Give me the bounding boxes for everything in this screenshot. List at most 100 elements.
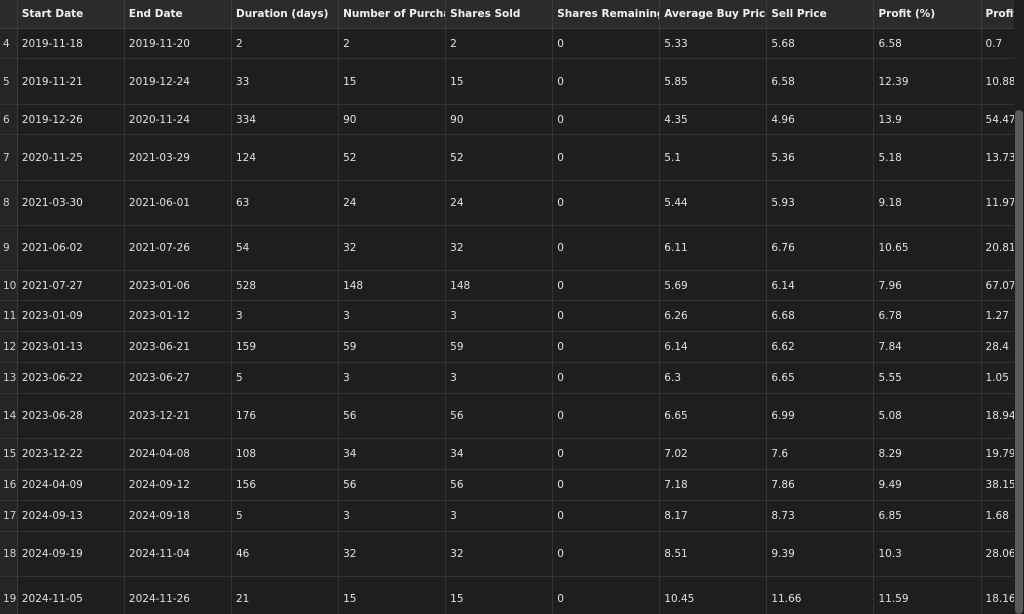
profit-percent-cell[interactable]: 5.55 [873, 362, 982, 394]
sell-price-cell[interactable]: 6.99 [766, 393, 875, 439]
sell-price-cell[interactable]: 4.96 [766, 104, 875, 135]
number-of-purchase-cell[interactable]: 56 [338, 393, 447, 439]
end-date-cell[interactable]: 2023-01-12 [124, 300, 232, 332]
table-row[interactable]: 19 2024-11-05 2024-11-26 21 15 15 0 10.45 11.66 1… [0, 576, 1014, 614]
average-buy-price-cell[interactable]: 5.33 [659, 28, 768, 59]
average-buy-price-header[interactable]: Average Buy Price [659, 0, 768, 29]
shares-sold-cell[interactable]: 34 [445, 438, 554, 470]
shares-remaining-cell[interactable]: 0 [552, 500, 661, 532]
profit-percent-cell[interactable]: 6.58 [873, 28, 982, 59]
end-date-cell[interactable]: 2019-11-20 [124, 28, 232, 59]
shares-sold-cell[interactable]: 32 [445, 225, 554, 271]
table-row[interactable]: 18 2024-09-19 2024-11-04 46 32 32 0 8.51 9.39 10.… [0, 531, 1014, 577]
profit-percent-cell[interactable]: 7.96 [873, 270, 982, 301]
profit-percent-cell[interactable]: 10.65 [873, 225, 982, 271]
end-date-cell[interactable]: 2023-06-27 [124, 362, 232, 394]
profit-percent-cell[interactable]: 10.3 [873, 531, 982, 577]
shares-sold-cell[interactable]: 3 [445, 300, 554, 332]
number-of-purchase-cell[interactable]: 3 [338, 362, 447, 394]
shares-sold-cell[interactable]: 56 [445, 469, 554, 501]
number-of-purchase-cell[interactable]: 15 [338, 58, 447, 105]
end-date-header[interactable]: End Date [124, 0, 232, 29]
profit-usd-cell[interactable]: 13.73 [981, 134, 1014, 181]
average-buy-price-cell[interactable]: 5.44 [659, 180, 768, 226]
start-date-cell[interactable]: 2024-09-13 [17, 500, 125, 532]
shares-remaining-cell[interactable]: 0 [552, 331, 661, 363]
average-buy-price-cell[interactable]: 6.65 [659, 393, 768, 439]
sell-price-cell[interactable]: 6.76 [766, 225, 875, 271]
duration-cell[interactable]: 124 [231, 134, 340, 181]
end-date-cell[interactable]: 2020-11-24 [124, 104, 232, 135]
start-date-cell[interactable]: 2023-01-13 [17, 331, 125, 363]
profit-percent-cell[interactable]: 6.78 [873, 300, 982, 332]
number-of-purchase-cell[interactable]: 32 [338, 225, 447, 271]
shares-sold-cell[interactable]: 15 [445, 576, 554, 614]
shares-remaining-cell[interactable]: 0 [552, 300, 661, 332]
start-date-cell[interactable]: 2021-06-02 [17, 225, 125, 271]
profit-usd-cell[interactable]: 38.15 [981, 469, 1014, 501]
average-buy-price-cell[interactable]: 5.69 [659, 270, 768, 301]
number-of-purchase-cell[interactable]: 56 [338, 469, 447, 501]
shares-remaining-cell[interactable]: 0 [552, 180, 661, 226]
end-date-cell[interactable]: 2023-12-21 [124, 393, 232, 439]
average-buy-price-cell[interactable]: 5.1 [659, 134, 768, 181]
duration-header[interactable]: Duration (days) [231, 0, 340, 29]
sell-price-cell[interactable]: 5.36 [766, 134, 875, 181]
profit-usd-cell[interactable]: 1.27 [981, 300, 1014, 332]
table-row[interactable]: 15 2023-12-22 2024-04-08 108 34 34 0 7.02 7.6 8.2… [0, 438, 1014, 470]
table-row[interactable]: 11 2023-01-09 2023-01-12 3 3 3 0 6.26 6.68 6.78 1.… [0, 300, 1014, 332]
shares-remaining-cell[interactable]: 0 [552, 576, 661, 614]
shares-remaining-cell[interactable]: 0 [552, 28, 661, 59]
profit-usd-cell[interactable]: 18.16 [981, 576, 1014, 614]
end-date-cell[interactable]: 2024-09-18 [124, 500, 232, 532]
profit-usd-cell[interactable]: 18.94 [981, 393, 1014, 439]
duration-cell[interactable]: 528 [231, 270, 340, 301]
profit-percent-cell[interactable]: 9.49 [873, 469, 982, 501]
profit-usd-cell[interactable]: 54.47 [981, 104, 1014, 135]
end-date-cell[interactable]: 2023-01-06 [124, 270, 232, 301]
duration-cell[interactable]: 63 [231, 180, 340, 226]
sell-price-header[interactable]: Sell Price [766, 0, 875, 29]
average-buy-price-cell[interactable]: 6.3 [659, 362, 768, 394]
duration-cell[interactable]: 334 [231, 104, 340, 135]
profit-percent-cell[interactable]: 11.59 [873, 576, 982, 614]
duration-cell[interactable]: 5 [231, 500, 340, 532]
number-of-purchase-cell[interactable]: 3 [338, 500, 447, 532]
average-buy-price-cell[interactable]: 6.11 [659, 225, 768, 271]
end-date-cell[interactable]: 2023-06-21 [124, 331, 232, 363]
end-date-cell[interactable]: 2024-11-04 [124, 531, 232, 577]
profit-usd-cell[interactable]: 20.81 [981, 225, 1014, 271]
start-date-cell[interactable]: 2021-07-27 [17, 270, 125, 301]
shares-remaining-cell[interactable]: 0 [552, 134, 661, 181]
shares-sold-cell[interactable]: 59 [445, 331, 554, 363]
average-buy-price-cell[interactable]: 6.26 [659, 300, 768, 332]
shares-remaining-cell[interactable]: 0 [552, 104, 661, 135]
shares-remaining-header[interactable]: Shares Remaining [552, 0, 661, 29]
start-date-cell[interactable]: 2021-03-30 [17, 180, 125, 226]
duration-cell[interactable]: 21 [231, 576, 340, 614]
end-date-cell[interactable]: 2024-11-26 [124, 576, 232, 614]
table-row[interactable]: 9 2021-06-02 2021-07-26 54 32 32 0 6.11 6.76 10.6… [0, 225, 1014, 271]
shares-remaining-cell[interactable]: 0 [552, 362, 661, 394]
start-date-cell[interactable]: 2023-06-22 [17, 362, 125, 394]
profit-usd-cell[interactable]: 1.05 [981, 362, 1014, 394]
sell-price-cell[interactable]: 6.68 [766, 300, 875, 332]
profit-percent-cell[interactable]: 13.9 [873, 104, 982, 135]
number-of-purchase-cell[interactable]: 90 [338, 104, 447, 135]
profit-usd-cell[interactable]: 28.4 [981, 331, 1014, 363]
start-date-cell[interactable]: 2019-11-21 [17, 58, 125, 105]
table-row[interactable]: 16 2024-04-09 2024-09-12 156 56 56 0 7.18 7.86 9.… [0, 469, 1014, 501]
average-buy-price-cell[interactable]: 8.17 [659, 500, 768, 532]
duration-cell[interactable]: 176 [231, 393, 340, 439]
duration-cell[interactable]: 46 [231, 531, 340, 577]
shares-sold-cell[interactable]: 148 [445, 270, 554, 301]
duration-cell[interactable]: 159 [231, 331, 340, 363]
duration-cell[interactable]: 108 [231, 438, 340, 470]
start-date-cell[interactable]: 2024-09-19 [17, 531, 125, 577]
end-date-cell[interactable]: 2024-04-08 [124, 438, 232, 470]
shares-remaining-cell[interactable]: 0 [552, 531, 661, 577]
profit-percent-cell[interactable]: 5.08 [873, 393, 982, 439]
shares-sold-cell[interactable]: 90 [445, 104, 554, 135]
sell-price-cell[interactable]: 6.14 [766, 270, 875, 301]
number-of-purchase-cell[interactable]: 34 [338, 438, 447, 470]
